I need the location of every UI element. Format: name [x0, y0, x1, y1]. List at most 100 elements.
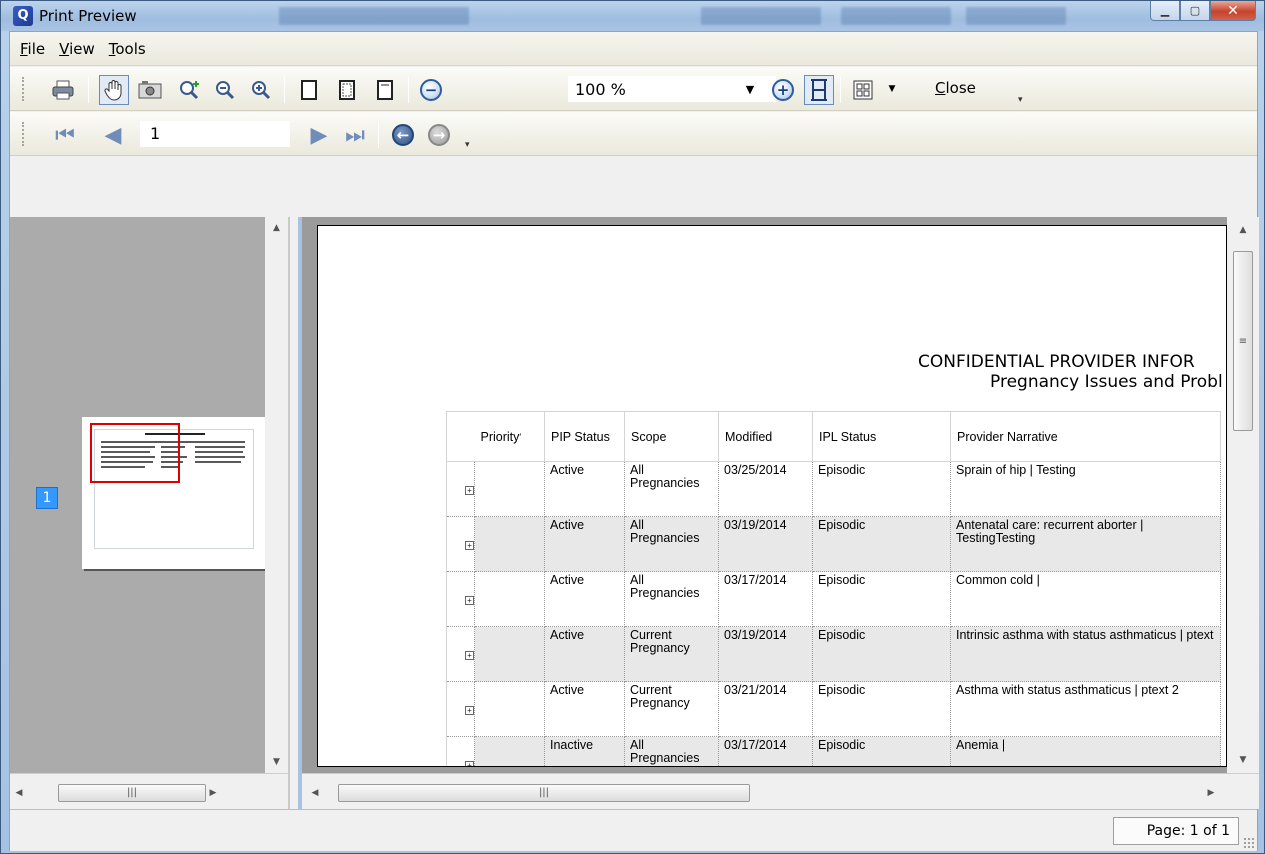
- current-page-input[interactable]: 1: [140, 121, 290, 147]
- toolbar-grip[interactable]: [22, 122, 25, 146]
- scroll-left-icon[interactable]: ◀: [306, 784, 324, 802]
- multiple-pages-button[interactable]: [848, 75, 878, 105]
- expand-icon[interactable]: +: [465, 485, 474, 495]
- previous-page-button[interactable]: ◀: [98, 120, 128, 150]
- close-preview-button[interactable]: Close: [935, 79, 976, 97]
- hand-tool-button[interactable]: [99, 75, 129, 105]
- column-header-ipl-status[interactable]: IPL Status: [812, 411, 951, 462]
- background-window-tab: [966, 7, 1066, 25]
- table-row[interactable]: + Active Current Pregnancy 03/19/2014 Ep…: [446, 626, 1221, 682]
- expand-icon[interactable]: +: [465, 705, 474, 715]
- cell-narrative: Asthma with status asthmaticus | ptext 2: [950, 681, 1221, 737]
- toolbar-overflow-icon[interactable]: ▾: [465, 140, 475, 152]
- toolbar-grip[interactable]: [22, 77, 25, 101]
- visible-area-indicator[interactable]: [90, 423, 180, 483]
- margins-icon: [339, 80, 355, 100]
- cell-pip-status: Active: [544, 461, 625, 517]
- dynamic-zoom-button[interactable]: [175, 75, 205, 105]
- thumbnail-vertical-scrollbar[interactable]: ▲ ▼: [265, 217, 288, 773]
- forward-button[interactable]: →: [424, 120, 454, 150]
- preview-vertical-scrollbar[interactable]: ▲ ≡ ▼: [1227, 217, 1259, 773]
- scroll-down-icon[interactable]: ▼: [265, 753, 288, 771]
- table-row[interactable]: + Active All Pregnancies 03/19/2014 Epis…: [446, 516, 1221, 572]
- cell-scope: All Pregnancies: [624, 516, 719, 572]
- zoom-out-button[interactable]: [210, 75, 240, 105]
- menu-tools[interactable]: Tools: [109, 40, 146, 58]
- thumbnail-pane[interactable]: 1 ▲ ▼ ◀ ||| ▶: [10, 217, 288, 809]
- zoom-in-icon: [252, 81, 271, 100]
- cell-priority: [474, 736, 545, 766]
- minimize-button[interactable]: ▁: [1150, 1, 1180, 21]
- expand-icon[interactable]: +: [465, 650, 474, 660]
- column-header-priority[interactable]: Priority′: [474, 411, 545, 462]
- scroll-thumb[interactable]: |||: [58, 784, 206, 802]
- pane-splitter[interactable]: [288, 217, 298, 809]
- title-bar[interactable]: Q Print Preview ▁ ▢ ✕: [1, 1, 1264, 31]
- scroll-left-icon[interactable]: ◀: [10, 784, 28, 802]
- column-header-scope[interactable]: Scope: [624, 411, 719, 462]
- table-row[interactable]: + Active All Pregnancies 03/25/2014 Epis…: [446, 461, 1221, 517]
- expand-icon[interactable]: +: [465, 760, 474, 766]
- scroll-thumb[interactable]: |||: [338, 784, 750, 802]
- column-header-provider-narrative[interactable]: Provider Narrative: [950, 411, 1221, 462]
- menu-view[interactable]: View: [59, 40, 95, 58]
- cell-ipl-status: Episodic: [812, 736, 951, 766]
- table-row[interactable]: + Inactive All Pregnancies 03/17/2014 Ep…: [446, 736, 1221, 766]
- scroll-up-icon[interactable]: ▲: [265, 219, 288, 237]
- cell-ipl-status: Episodic: [812, 626, 951, 682]
- expand-cell[interactable]: +: [446, 626, 475, 682]
- arrow-left-icon: ◀: [104, 122, 122, 148]
- cell-narrative: Antenatal care: recurrent aborter | Test…: [950, 516, 1221, 572]
- thumbnail-horizontal-scrollbar[interactable]: ◀ ||| ▶: [10, 773, 288, 809]
- printer-icon: [52, 80, 74, 100]
- preview-horizontal-scrollbar[interactable]: ◀ ||| ▶: [302, 773, 1259, 809]
- expand-cell[interactable]: +: [446, 461, 475, 517]
- page-thumbnail[interactable]: [82, 417, 265, 569]
- scroll-right-icon[interactable]: ▶: [1202, 784, 1220, 802]
- background-window-tab: [279, 7, 469, 25]
- scroll-thumb[interactable]: ≡: [1233, 251, 1253, 431]
- back-button[interactable]: ←: [388, 120, 418, 150]
- menu-file[interactable]: File: [20, 40, 45, 58]
- maximize-button[interactable]: ▢: [1180, 1, 1210, 21]
- next-page-button[interactable]: ▶: [304, 120, 334, 150]
- page-number-badge[interactable]: 1: [36, 487, 58, 509]
- cell-pip-status: Active: [544, 626, 625, 682]
- page-icon: [301, 80, 317, 100]
- expand-cell[interactable]: +: [446, 736, 475, 766]
- zoom-in-circle-button[interactable]: +: [768, 75, 798, 105]
- zoom-dropdown-arrow[interactable]: ▼: [740, 76, 760, 102]
- header-footer-button[interactable]: [370, 75, 400, 105]
- scroll-right-icon[interactable]: ▶: [204, 784, 222, 802]
- preview-pane[interactable]: CONFIDENTIAL PROVIDER INFOR Pregnancy Is…: [302, 217, 1259, 809]
- scroll-up-icon[interactable]: ▲: [1227, 221, 1259, 239]
- expand-cell[interactable]: +: [446, 516, 475, 572]
- expand-icon[interactable]: +: [465, 595, 474, 605]
- toolbar-overflow-icon[interactable]: ▾: [1018, 95, 1028, 107]
- main-toolbar: − 100 % ▼ + ▼ Close ▾: [10, 67, 1257, 111]
- zoom-in-button[interactable]: [246, 75, 276, 105]
- cell-narrative: Anemia |: [950, 736, 1221, 766]
- margins-button[interactable]: [332, 75, 362, 105]
- resize-grip[interactable]: [1243, 837, 1255, 849]
- scroll-down-icon[interactable]: ▼: [1227, 751, 1259, 769]
- expand-cell[interactable]: +: [446, 571, 475, 627]
- print-preview-window: Q Print Preview ▁ ▢ ✕ File View Tools − …: [0, 0, 1265, 854]
- expand-cell[interactable]: +: [446, 681, 475, 737]
- column-header-modified[interactable]: Modified: [718, 411, 813, 462]
- cell-ipl-status: Episodic: [812, 681, 951, 737]
- table-row[interactable]: + Active All Pregnancies 03/17/2014 Epis…: [446, 571, 1221, 627]
- first-page-button[interactable]: ⏮: [50, 120, 80, 150]
- multiple-pages-dropdown[interactable]: ▼: [882, 76, 902, 102]
- close-window-button[interactable]: ✕: [1210, 1, 1256, 21]
- table-row[interactable]: + Active Current Pregnancy 03/21/2014 Ep…: [446, 681, 1221, 737]
- expand-icon[interactable]: +: [465, 540, 474, 550]
- cell-priority: [474, 516, 545, 572]
- print-button[interactable]: [48, 75, 78, 105]
- column-header-pip-status[interactable]: PIP Status: [544, 411, 625, 462]
- page-setup-button[interactable]: [294, 75, 324, 105]
- last-page-button[interactable]: ⏭: [340, 120, 370, 150]
- snapshot-button[interactable]: [135, 75, 165, 105]
- zoom-out-circle-button[interactable]: −: [416, 75, 446, 105]
- fit-page-height-button[interactable]: [804, 75, 834, 105]
